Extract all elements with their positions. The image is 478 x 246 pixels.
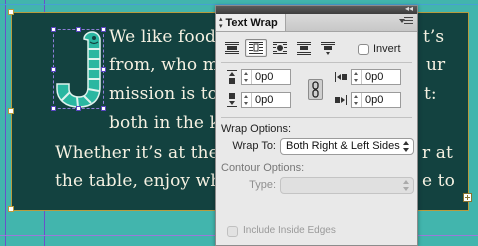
invert-label: Invert: [373, 43, 401, 55]
collapse-panel-icon[interactable]: ◂◂: [405, 4, 413, 13]
contour-options-heading: Contour Options:: [221, 162, 305, 174]
panel-tab-row: ▴ ▾ Text Wrap: [216, 14, 417, 32]
expand-collapse-icon[interactable]: ▴ ▾: [219, 16, 223, 30]
text-line[interactable]: mission is to: [109, 84, 218, 104]
right-offset-icon: [335, 95, 347, 105]
left-offset-stepper[interactable]: [352, 70, 362, 84]
selection-handle-bottom-left[interactable]: [51, 106, 56, 111]
invert-checkbox[interactable]: [358, 44, 369, 55]
dropdown-arrows-icon: [403, 180, 409, 191]
top-offset-field[interactable]: 0p0: [241, 69, 291, 85]
text-line-fragment[interactable]: ur: [426, 55, 445, 75]
make-all-settings-same-icon[interactable]: [308, 79, 323, 100]
panel-title-bar[interactable]: ◂◂: [216, 4, 417, 14]
left-margin-guide: [5, 0, 6, 246]
panel-title: Text Wrap: [225, 16, 278, 29]
selection-handle-top-left[interactable]: [51, 27, 56, 32]
include-inside-edges-checkbox[interactable]: [227, 226, 238, 237]
wrap-options-heading: Wrap Options:: [221, 123, 292, 135]
text-line-fragment[interactable]: e to: [422, 171, 455, 191]
text-line-fragment[interactable]: t:: [424, 84, 437, 104]
jump-object-icon[interactable]: [293, 39, 315, 57]
overset-text-port[interactable]: [463, 193, 472, 202]
text-line[interactable]: both in the k: [109, 113, 220, 133]
frame-handle-bottom-left[interactable]: [8, 206, 14, 212]
selection-handle-left[interactable]: [51, 67, 56, 72]
wrap-to-label: Wrap To:: [232, 140, 276, 152]
text-wrap-panel: ◂◂ ▴ ▾ Text Wrap Invert 0p0 0p0 0p0 0p0 …: [215, 4, 418, 246]
frame-handle-top-left[interactable]: [8, 9, 14, 15]
include-inside-edges-label: Include Inside Edges: [243, 225, 336, 236]
text-line[interactable]: the table, enjoy wh: [55, 171, 221, 191]
jump-to-next-column-icon[interactable]: [317, 39, 339, 57]
right-offset-stepper[interactable]: [352, 93, 362, 107]
selection-bounding-box: [53, 29, 104, 109]
selection-handle-bottom[interactable]: [76, 106, 81, 111]
no-text-wrap-icon[interactable]: [221, 39, 243, 57]
wrap-around-object-shape-icon[interactable]: [269, 39, 291, 57]
text-line[interactable]: from, who m: [109, 55, 219, 75]
bottom-offset-icon: [227, 93, 237, 107]
right-offset-field[interactable]: 0p0: [351, 92, 401, 108]
panel-menu-icon[interactable]: [399, 17, 413, 27]
top-offset-stepper[interactable]: [242, 70, 252, 84]
wrap-around-bounding-box-icon[interactable]: [245, 39, 267, 57]
text-line-fragment[interactable]: t’s: [423, 27, 444, 47]
dropdown-arrows-icon: [403, 141, 409, 152]
text-line[interactable]: We like food: [109, 27, 216, 47]
top-offset-icon: [227, 70, 237, 84]
selection-handle-right[interactable]: [101, 67, 106, 72]
contour-type-dropdown[interactable]: [280, 177, 414, 194]
text-line[interactable]: Whether it’s at the: [55, 143, 219, 163]
bottom-offset-field[interactable]: 0p0: [241, 92, 291, 108]
frame-handle-left[interactable]: [8, 108, 14, 114]
selection-handle-top[interactable]: [76, 27, 81, 32]
selection-handle-bottom-right[interactable]: [101, 106, 106, 111]
divider: [221, 62, 412, 63]
wrap-to-dropdown[interactable]: Both Right & Left Sides: [280, 138, 414, 155]
left-offset-field[interactable]: 0p0: [351, 69, 401, 85]
left-offset-icon: [335, 72, 347, 82]
bottom-offset-stepper[interactable]: [242, 93, 252, 107]
type-label: Type:: [249, 179, 276, 191]
wrap-to-value: Both Right & Left Sides: [286, 140, 400, 152]
tab-text-wrap[interactable]: ▴ ▾ Text Wrap: [216, 14, 286, 31]
selection-handle-top-right[interactable]: [101, 27, 106, 32]
divider: [221, 117, 412, 118]
text-line-fragment[interactable]: r at: [422, 143, 453, 163]
